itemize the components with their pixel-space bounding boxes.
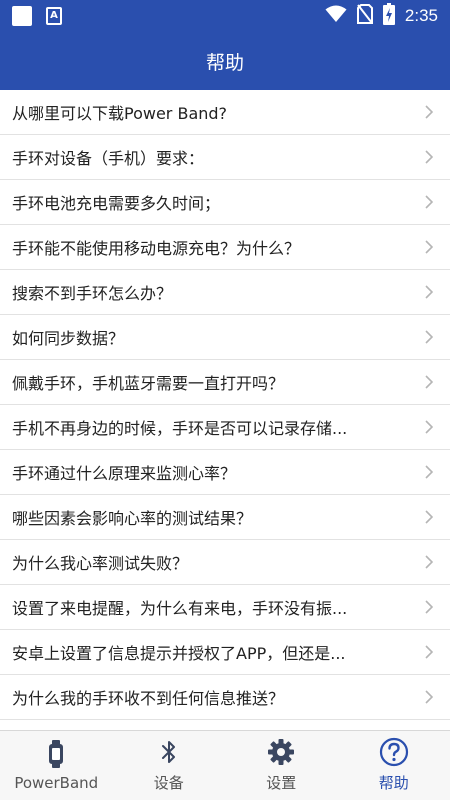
faq-item-label: 手环电池充电需要多久时间； [12, 194, 221, 213]
nav-item-device[interactable]: 设备 [113, 731, 226, 800]
nav-item-settings[interactable]: 设置 [225, 731, 338, 800]
faq-item-label: 如何同步数据？ [12, 329, 125, 348]
faq-item[interactable]: 手环能不能使用移动电源充电？为什么？ [0, 225, 450, 270]
nav-item-help[interactable]: 帮助 [338, 731, 450, 800]
faq-item[interactable]: 佩戴手环，手机蓝牙需要一直打开吗？ [0, 360, 450, 405]
notification-icons: A [12, 6, 62, 26]
faq-item-label: 手机不再身边的时候，手环是否可以记录存储... [12, 419, 348, 438]
status-bar: A 2:35 [0, 0, 450, 32]
nav-item-powerband[interactable]: PowerBand [0, 731, 113, 800]
chevron-right-icon [424, 644, 434, 660]
chevron-right-icon [424, 149, 434, 165]
faq-item-label: 安卓上设置了信息提示并授权了APP，但还是... [12, 644, 346, 663]
bottom-nav: PowerBand 设备 设置 帮助 [0, 730, 450, 800]
chevron-right-icon [424, 329, 434, 345]
chevron-right-icon [424, 599, 434, 615]
faq-item[interactable]: 安卓上设置了信息提示并授权了APP，但还是... [0, 630, 450, 675]
faq-item-label: 手环能不能使用移动电源充电？为什么？ [12, 239, 301, 258]
band-icon [48, 739, 64, 768]
chevron-right-icon [424, 554, 434, 570]
faq-item-label: 设置了来电提醒，为什么有来电，手环没有振... [12, 599, 348, 618]
faq-item-label: 为什么我的手环收不到任何信息推送？ [12, 689, 285, 708]
faq-item[interactable]: 手环对设备（手机）要求： [0, 135, 450, 180]
chevron-right-icon [424, 509, 434, 525]
chevron-right-icon [424, 419, 434, 435]
chevron-right-icon [424, 104, 434, 120]
chevron-right-icon [424, 374, 434, 390]
nav-label: 设备 [153, 774, 184, 792]
app-bar: 帮助 [0, 32, 450, 90]
chevron-right-icon [424, 239, 434, 255]
faq-item[interactable]: 为什么我心率测试失败？ [0, 540, 450, 585]
nav-label: PowerBand [14, 773, 99, 792]
faq-list[interactable]: 从哪里可以下载Power Band? 手环对设备（手机）要求： 手环电池充电需要… [0, 90, 450, 730]
faq-item[interactable]: 从哪里可以下载Power Band? [0, 90, 450, 135]
faq-item-label: 从哪里可以下载Power Band? [12, 104, 228, 123]
faq-item[interactable]: 手环电池充电需要多久时间； [0, 180, 450, 225]
chevron-right-icon [424, 284, 434, 300]
faq-item-label: 为什么我心率测试失败？ [12, 554, 189, 573]
faq-item[interactable]: 搜索不到手环怎么办？ [0, 270, 450, 315]
bluetooth-icon [161, 738, 177, 766]
chevron-right-icon [424, 194, 434, 210]
faq-item-label: 手环通过什么原理来监测心率？ [12, 464, 237, 483]
system-icons: 2:35 [325, 3, 438, 29]
chevron-right-icon [424, 689, 434, 705]
clock: 2:35 [404, 6, 438, 25]
a-notification-icon: A [46, 7, 62, 25]
page-title: 帮助 [205, 51, 244, 74]
nav-label: 设置 [266, 774, 297, 792]
faq-item[interactable]: 手机不再身边的时候，手环是否可以记录存储... [0, 405, 450, 450]
battery-charging-icon [382, 3, 395, 29]
faq-item-label: 哪些因素会影响心率的测试结果？ [12, 509, 253, 528]
chevron-right-icon [424, 464, 434, 480]
square-notification-icon [12, 6, 32, 26]
faq-item[interactable]: 哪些因素会影响心率的测试结果？ [0, 495, 450, 540]
faq-item[interactable]: 为什么我的手环收不到任何信息推送？ [0, 675, 450, 720]
help-icon [379, 737, 409, 767]
faq-item[interactable]: 设置了来电提醒，为什么有来电，手环没有振... [0, 585, 450, 630]
faq-item[interactable]: 如何同步数据？ [0, 315, 450, 360]
no-sim-icon [356, 4, 373, 28]
gear-icon [267, 738, 295, 766]
faq-item[interactable]: 手环通过什么原理来监测心率？ [0, 450, 450, 495]
faq-item-label: 搜索不到手环怎么办？ [12, 284, 173, 303]
faq-item-label: 佩戴手环，手机蓝牙需要一直打开吗？ [12, 374, 285, 393]
nav-label: 帮助 [378, 774, 409, 792]
faq-item-label: 手环对设备（手机）要求： [12, 149, 205, 168]
wifi-icon [325, 5, 347, 27]
